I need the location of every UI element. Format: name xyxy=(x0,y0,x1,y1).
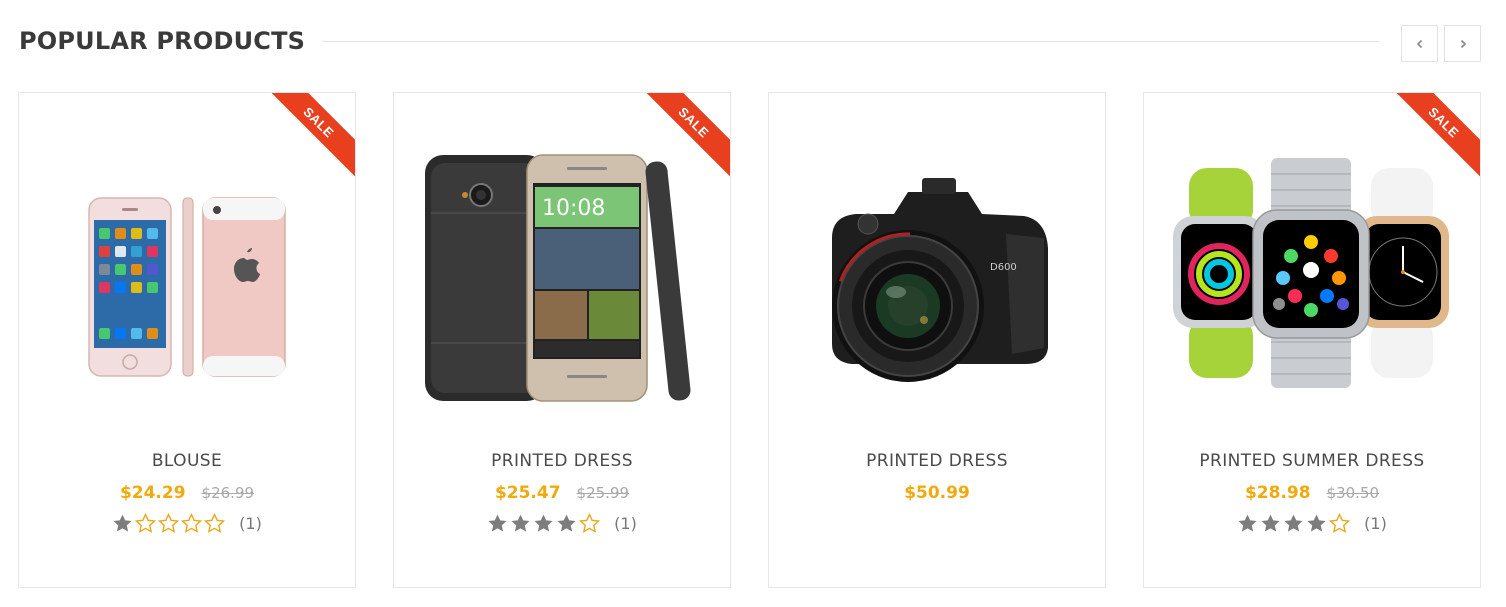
product-old-price: $25.99 xyxy=(576,484,630,502)
star-filled-icon xyxy=(557,514,576,532)
product-name[interactable]: PRINTED SUMMER DRESS xyxy=(1144,451,1480,471)
star-filled-icon xyxy=(488,514,507,532)
product-image-smartphone-pink[interactable] xyxy=(19,123,355,423)
star-filled-icon xyxy=(511,514,530,532)
product-name[interactable]: PRINTED DRESS xyxy=(769,451,1105,471)
section-title: POPULAR PRODUCTS xyxy=(19,27,306,55)
review-count: (1) xyxy=(1364,514,1387,533)
product-card[interactable]: SALE PRINTED SUMMER DRESS $28.98 $30.50 … xyxy=(1143,92,1481,588)
product-name[interactable]: PRINTED DRESS xyxy=(394,451,730,471)
review-count: (1) xyxy=(239,514,262,533)
star-filled-icon xyxy=(1307,514,1326,532)
price-row: $50.99 xyxy=(769,483,1105,503)
product-card[interactable]: D600 PRINTED DRESS $50.99 xyxy=(768,92,1106,588)
price-row: $28.98 $30.50 xyxy=(1144,483,1480,503)
svg-text:D600: D600 xyxy=(990,262,1017,273)
product-card[interactable]: SALE BLOUSE $24.29 $26.99 (1) xyxy=(18,92,356,588)
star-filled-icon xyxy=(113,514,132,532)
star-filled-icon xyxy=(534,514,553,532)
chevron-right-icon xyxy=(1460,39,1466,48)
product-price: $28.98 xyxy=(1244,483,1311,503)
chevron-left-icon xyxy=(1416,39,1422,48)
star-empty-icon xyxy=(204,513,225,533)
product-price: $24.29 xyxy=(119,483,186,503)
rating: (1) xyxy=(1144,513,1480,534)
star-filled-icon xyxy=(1261,514,1280,532)
svg-text:10:08: 10:08 xyxy=(542,196,605,221)
product-price: $25.47 xyxy=(494,483,561,503)
product-image-smartwatch[interactable] xyxy=(1144,123,1480,423)
star-filled-icon xyxy=(1284,514,1303,532)
product-image-smartphone-dark[interactable]: 10:08 xyxy=(394,123,730,423)
carousel-next-button[interactable] xyxy=(1444,25,1481,62)
carousel-prev-button[interactable] xyxy=(1401,25,1438,62)
star-empty-icon xyxy=(158,513,179,533)
product-old-price: $30.50 xyxy=(1326,484,1380,502)
rating: (1) xyxy=(19,513,355,534)
star-empty-icon xyxy=(579,513,600,533)
star-empty-icon xyxy=(1329,513,1350,533)
product-card[interactable]: SALE 10:08 PRINTED DRESS $25.47 $25.99 (… xyxy=(393,92,731,588)
product-name[interactable]: BLOUSE xyxy=(19,451,355,471)
product-image-dslr-camera[interactable]: D600 xyxy=(769,123,1105,423)
rating: (1) xyxy=(394,513,730,534)
star-empty-icon xyxy=(135,513,156,533)
product-price: $50.99 xyxy=(904,483,970,503)
section-header: POPULAR PRODUCTS xyxy=(19,22,1481,62)
product-old-price: $26.99 xyxy=(201,484,255,502)
price-row: $25.47 $25.99 xyxy=(394,483,730,503)
star-filled-icon xyxy=(1238,514,1257,532)
review-count: (1) xyxy=(614,514,637,533)
star-empty-icon xyxy=(181,513,202,533)
price-row: $24.29 $26.99 xyxy=(19,483,355,503)
title-divider xyxy=(322,41,1379,42)
